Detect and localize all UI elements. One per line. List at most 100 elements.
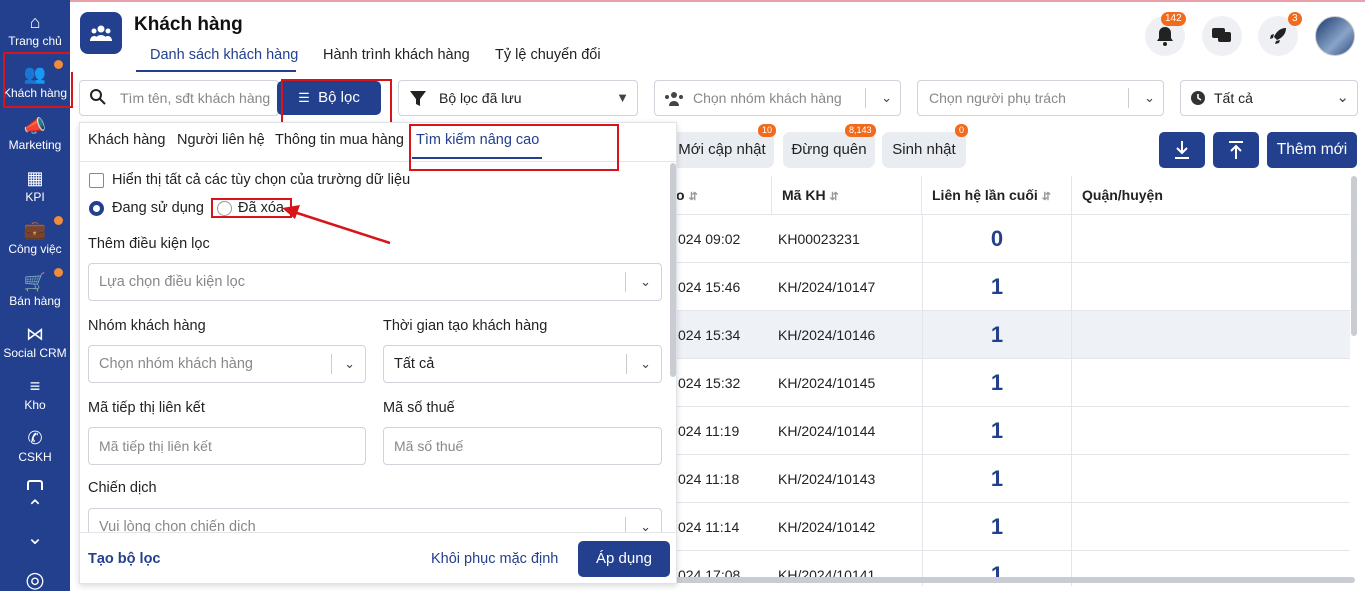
caret-down-icon: ▼ (616, 90, 629, 105)
radio-deleted[interactable] (217, 201, 232, 216)
radio-in-use[interactable] (89, 201, 104, 216)
sidebar-item-home[interactable]: ⌂ Trang chủ (0, 6, 70, 58)
saved-filter-label: Bộ lọc đã lưu (439, 90, 522, 106)
sort-icon: ⇵ (829, 191, 839, 203)
affiliate-input[interactable]: Mã tiếp thị liên kết (88, 427, 366, 465)
download-button[interactable] (1159, 132, 1205, 168)
owner-select[interactable]: Chọn người phụ trách ⌄ (917, 80, 1164, 116)
add-new-button[interactable]: Thêm mới (1267, 132, 1357, 168)
show-all-options-checkbox[interactable] (89, 173, 104, 188)
customer-group-select[interactable]: Chọn nhóm khách hàng ⌄ (654, 80, 901, 116)
sidebar-item-warehouse[interactable]: ≡ Kho (0, 370, 70, 422)
notification-dot (54, 268, 63, 277)
chart-icon: ▦ (26, 168, 44, 188)
divider (1128, 88, 1129, 108)
rocket-icon (1270, 28, 1286, 44)
scroll-up-icon[interactable]: ⌃ (0, 496, 70, 520)
notification-dot (54, 216, 63, 225)
customer-table: o ⇵ Mã KH ⇵ Liên hệ lần cuối ⇵ Quận/huyệ… (670, 176, 1350, 586)
customer-group-placeholder: Chọn nhóm khách hàng (693, 90, 842, 106)
tax-label: Mã số thuế (383, 400, 455, 416)
tax-code-input[interactable]: Mã số thuế (383, 427, 662, 465)
header-label: Liên hệ lần cuối (932, 187, 1038, 203)
group-label: Nhóm khách hàng (88, 318, 206, 334)
divider (626, 354, 627, 374)
chat-button[interactable] (1202, 16, 1242, 56)
panel-scrollbar[interactable] (670, 163, 676, 377)
active-tab-underline (136, 70, 296, 72)
radio-deleted-label: Đã xóa (238, 200, 284, 216)
pill-recently-updated[interactable]: Mới cập nhật (670, 132, 774, 168)
table-row[interactable]: 024 15:46 KH/2024/10147 1 (670, 262, 1350, 311)
tab-customers[interactable]: Khách hàng (88, 132, 165, 148)
table-row[interactable]: 024 15:32 KH/2024/10145 1 (670, 358, 1350, 407)
created-time-select[interactable]: Tất cả ⌄ (383, 345, 662, 383)
sidebar-item-marketing[interactable]: 📣 Marketing (0, 110, 70, 162)
affiliate-placeholder: Mã tiếp thị liên kết (99, 438, 212, 454)
chevron-down-icon: ⌄ (1144, 90, 1155, 105)
create-filter-link[interactable]: Tạo bộ lọc (88, 551, 161, 567)
sidebar-item-cskh[interactable]: ✆ CSKH (0, 422, 70, 474)
scroll-down-icon[interactable]: ⌄ (0, 526, 70, 550)
pill-count-badge: 8,143 (845, 124, 876, 137)
pill-birthday[interactable]: Sinh nhật (882, 132, 966, 168)
clock-icon (1191, 91, 1205, 105)
date-cell: 024 15:46 (678, 279, 741, 295)
table-row[interactable]: 024 11:18 KH/2024/10143 1 (670, 454, 1350, 503)
tab-advanced-search[interactable]: Tìm kiếm nâng cao (416, 132, 539, 148)
table-header-cell[interactable]: Mã KH ⇵ (772, 176, 922, 214)
search-icon (90, 89, 106, 105)
code-cell: KH/2024/10142 (778, 519, 876, 535)
code-cell: KH/2024/10143 (778, 471, 876, 487)
upload-button[interactable] (1213, 132, 1259, 168)
contact-count: 1 (922, 455, 1072, 503)
tab-customer-journey[interactable]: Hành trình khách hàng (323, 47, 470, 63)
sidebar-item-kpi[interactable]: ▦ KPI (0, 162, 70, 214)
apply-button[interactable]: Áp dụng (578, 541, 670, 577)
sidebar-item-label: Marketing (8, 138, 62, 152)
chevron-down-icon: ⌄ (640, 519, 651, 532)
table-row[interactable]: 024 11:14 KH/2024/10142 1 (670, 502, 1350, 551)
megaphone-icon: 📣 (23, 116, 47, 136)
saved-filter-select[interactable]: Bộ lọc đã lưu ▼ (398, 80, 638, 116)
radio-in-use-label: Đang sử dụng (112, 200, 204, 216)
table-row[interactable]: 024 11:19 KH/2024/10144 1 (670, 406, 1350, 455)
add-condition-select[interactable]: Lựa chọn điều kiện lọc ⌄ (88, 263, 662, 301)
partial-icon (27, 480, 43, 490)
tab-customer-list[interactable]: Danh sách khách hàng (150, 47, 298, 63)
upload-icon (1229, 141, 1243, 159)
table-header-cell[interactable]: Quận/huyện (1072, 176, 1350, 214)
search-input[interactable]: Tìm tên, sđt khách hàng (79, 80, 279, 116)
table-horizontal-scrollbar[interactable] (675, 577, 1355, 583)
table-header-cell[interactable]: Liên hệ lần cuối ⇵ (922, 176, 1072, 214)
tab-purchase-info[interactable]: Thông tin mua hàng (275, 132, 404, 148)
panel-group-select[interactable]: Chọn nhóm khách hàng ⌄ (88, 345, 366, 383)
code-cell: KH/2024/10146 (778, 327, 876, 343)
table-header-cell[interactable]: o ⇵ (670, 176, 772, 214)
time-range-value: Tất cả (1214, 90, 1253, 106)
notification-dot (54, 60, 63, 69)
notification-count-badge: 142 (1161, 12, 1186, 26)
table-scrollbar[interactable] (1351, 176, 1357, 336)
filter-button[interactable]: ☰ Bộ lọc (277, 81, 381, 115)
page-title: Khách hàng (134, 14, 243, 35)
restore-default-link[interactable]: Khôi phục mặc định (431, 551, 558, 567)
sidebar-item-label: Khách hàng (2, 86, 68, 100)
pill-dont-forget[interactable]: Đừng quên (783, 132, 875, 168)
table-row[interactable]: 024 09:02 KH00023231 0 (670, 214, 1350, 263)
filter-lines-icon: ☰ (298, 90, 310, 105)
avatar[interactable] (1315, 16, 1355, 56)
time-range-select[interactable]: Tất cả ⌄ (1180, 80, 1358, 116)
support-icon[interactable]: ◎ (0, 568, 70, 592)
contact-count: 1 (922, 503, 1072, 551)
search-placeholder: Tìm tên, sđt khách hàng (120, 90, 271, 106)
tab-contacts[interactable]: Người liên hệ (177, 132, 265, 148)
campaign-select[interactable]: Vui lòng chọn chiến dịch ⌄ (88, 508, 662, 532)
table-row[interactable]: 024 15:34 KH/2024/10146 1 (670, 310, 1350, 359)
tax-placeholder: Mã số thuế (394, 438, 464, 454)
divider (331, 354, 332, 374)
tab-conversion-rate[interactable]: Tỷ lệ chuyển đổi (495, 47, 601, 63)
sidebar-item-social-crm[interactable]: ⋈ Social CRM (0, 318, 70, 370)
bell-icon (1157, 27, 1173, 46)
chevron-down-icon: ⌄ (1336, 89, 1349, 106)
